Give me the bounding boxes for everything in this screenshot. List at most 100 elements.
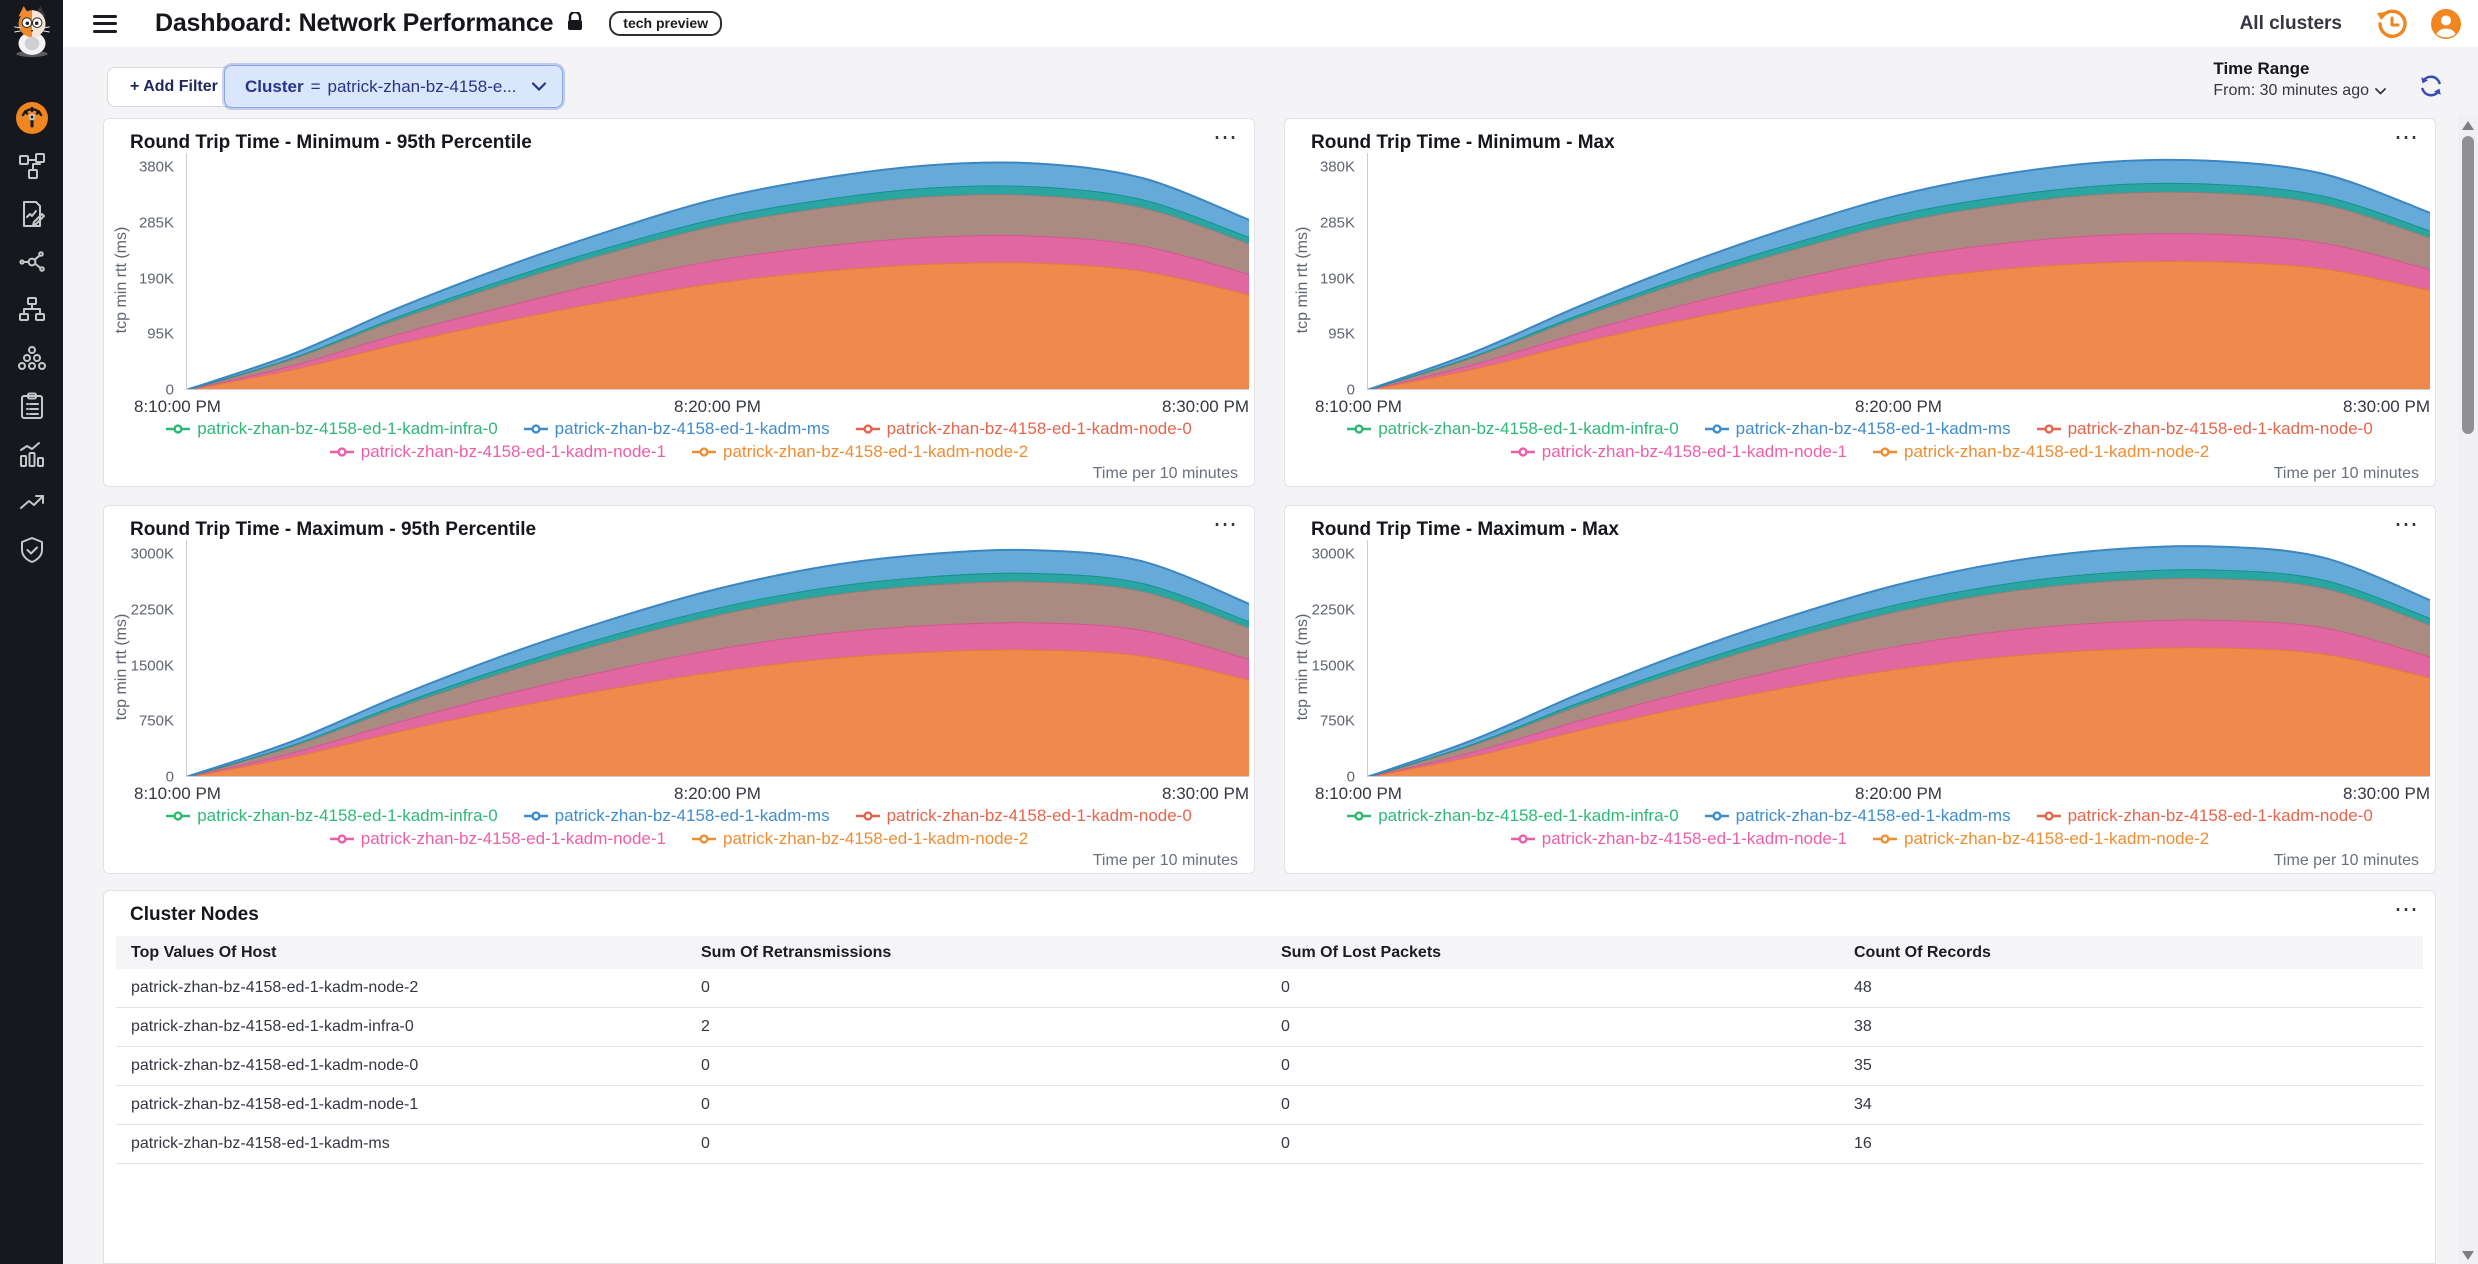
- legend-item[interactable]: patrick-zhan-bz-4158-ed-1-kadm-infra-0: [1347, 419, 1678, 439]
- x-axis-tick: 8:20:00 PM: [1855, 397, 1942, 417]
- panel-menu-button[interactable]: ⋯: [2394, 123, 2419, 152]
- legend-item[interactable]: patrick-zhan-bz-4158-ed-1-kadm-node-0: [2037, 806, 2373, 826]
- cluster-filter-pill[interactable]: Cluster = patrick-zhan-bz-4158-e...: [224, 65, 563, 108]
- legend-item[interactable]: patrick-zhan-bz-4158-ed-1-kadm-node-2: [1873, 829, 2209, 849]
- legend-label: patrick-zhan-bz-4158-ed-1-kadm-infra-0: [1378, 419, 1678, 439]
- legend-marker-icon: [1347, 423, 1371, 435]
- sitemap-icon: [18, 296, 46, 324]
- chart-legend-row: patrick-zhan-bz-4158-ed-1-kadm-infra-0 pa…: [104, 806, 1254, 826]
- table-row[interactable]: patrick-zhan-bz-4158-ed-1-kadm-ms0016: [116, 1125, 2423, 1164]
- cluster-nodes-panel: Cluster Nodes ⋯ Top Values Of HostSum Of…: [103, 890, 2436, 1264]
- x-axis-tick: 8:10:00 PM: [1315, 397, 1402, 417]
- legend-label: patrick-zhan-bz-4158-ed-1-kadm-node-1: [361, 829, 666, 849]
- legend-marker-icon: [1511, 833, 1535, 845]
- sidebar-item-reports[interactable]: [0, 190, 63, 238]
- legend-marker-icon: [524, 423, 548, 435]
- x-axis-tick: 8:20:00 PM: [674, 784, 761, 804]
- legend-label: patrick-zhan-bz-4158-ed-1-kadm-node-2: [1904, 829, 2209, 849]
- history-icon[interactable]: [2376, 8, 2408, 40]
- sidebar-item-dashboards[interactable]: [0, 94, 63, 142]
- page-title: Dashboard: Network Performance: [155, 9, 553, 38]
- chart-panel: Round Trip Time - Maximum - Max⋯tcp min …: [1284, 505, 2436, 874]
- chart-legend-row: patrick-zhan-bz-4158-ed-1-kadm-node-1 pat…: [1285, 829, 2435, 849]
- scrollbar-thumb[interactable]: [2462, 136, 2474, 434]
- legend-item[interactable]: patrick-zhan-bz-4158-ed-1-kadm-node-1: [1511, 829, 1847, 849]
- legend-marker-icon: [330, 833, 354, 845]
- legend-item[interactable]: patrick-zhan-bz-4158-ed-1-kadm-node-1: [1511, 442, 1847, 462]
- sidebar-item-connections[interactable]: [0, 238, 63, 286]
- scroll-up-arrow[interactable]: [2462, 121, 2474, 130]
- sidebar-item-trends[interactable]: [0, 478, 63, 526]
- topology-icon: [18, 152, 46, 180]
- add-filter-button[interactable]: + Add Filter: [107, 67, 241, 107]
- x-axis-tick: 8:30:00 PM: [2343, 784, 2430, 804]
- x-axis-tick: 8:30:00 PM: [1162, 784, 1249, 804]
- panel-menu-button[interactable]: ⋯: [2394, 510, 2419, 539]
- sidebar-item-clusters[interactable]: [0, 334, 63, 382]
- legend-item[interactable]: patrick-zhan-bz-4158-ed-1-kadm-ms: [524, 806, 830, 826]
- shield-check-icon: [18, 536, 46, 564]
- y-axis-tick: 750K: [116, 713, 174, 730]
- legend-item[interactable]: patrick-zhan-bz-4158-ed-1-kadm-node-0: [2037, 419, 2373, 439]
- legend-marker-icon: [692, 446, 716, 458]
- legend-item[interactable]: patrick-zhan-bz-4158-ed-1-kadm-infra-0: [166, 419, 497, 439]
- time-range-control[interactable]: Time Range From: 30 minutes ago: [2213, 59, 2386, 100]
- sidebar-item-metrics[interactable]: [0, 430, 63, 478]
- menu-icon[interactable]: [93, 15, 117, 33]
- panel-menu-button[interactable]: ⋯: [1213, 123, 1238, 152]
- top-header: Dashboard: Network Performance tech prev…: [63, 0, 2478, 47]
- area-chart-plot[interactable]: [1367, 540, 2430, 777]
- legend-item[interactable]: patrick-zhan-bz-4158-ed-1-kadm-node-0: [856, 419, 1192, 439]
- bar-chart-icon: [18, 440, 46, 468]
- all-clusters-label[interactable]: All clusters: [2240, 13, 2342, 35]
- value-cell: 0: [1266, 1018, 1839, 1036]
- panel-menu-button[interactable]: ⋯: [2394, 895, 2419, 924]
- table-row[interactable]: patrick-zhan-bz-4158-ed-1-kadm-node-0003…: [116, 1047, 2423, 1086]
- legend-item[interactable]: patrick-zhan-bz-4158-ed-1-kadm-node-2: [692, 829, 1028, 849]
- y-axis-tick: 380K: [116, 159, 174, 176]
- refresh-icon[interactable]: [2418, 73, 2444, 99]
- legend-item[interactable]: patrick-zhan-bz-4158-ed-1-kadm-ms: [1705, 419, 2011, 439]
- sidebar-item-tasks[interactable]: [0, 382, 63, 430]
- lock-icon: [567, 12, 583, 36]
- area-chart-plot[interactable]: [186, 540, 1249, 777]
- y-axis-tick: 1500K: [116, 657, 174, 674]
- table-row[interactable]: patrick-zhan-bz-4158-ed-1-kadm-node-2004…: [116, 969, 2423, 1008]
- filter-field: Cluster: [245, 77, 304, 97]
- legend-label: patrick-zhan-bz-4158-ed-1-kadm-node-2: [723, 442, 1028, 462]
- x-axis-tick: 8:10:00 PM: [1315, 784, 1402, 804]
- product-logo-cat[interactable]: [6, 4, 58, 58]
- legend-item[interactable]: patrick-zhan-bz-4158-ed-1-kadm-ms: [1705, 806, 2011, 826]
- y-axis-tick: 3000K: [116, 546, 174, 563]
- y-axis-tick: 2250K: [116, 601, 174, 618]
- scroll-down-arrow[interactable]: [2462, 1251, 2474, 1260]
- y-axis-tick: 190K: [1297, 270, 1355, 287]
- legend-item[interactable]: patrick-zhan-bz-4158-ed-1-kadm-ms: [524, 419, 830, 439]
- chevron-down-icon: [2375, 88, 2386, 95]
- legend-item[interactable]: patrick-zhan-bz-4158-ed-1-kadm-node-1: [330, 829, 666, 849]
- vertical-scrollbar[interactable]: [2458, 115, 2478, 1264]
- table-row[interactable]: patrick-zhan-bz-4158-ed-1-kadm-infra-020…: [116, 1008, 2423, 1047]
- area-chart-plot[interactable]: [1367, 153, 2430, 390]
- sidebar-item-infrastructure[interactable]: [0, 286, 63, 334]
- area-chart-plot[interactable]: [186, 153, 1249, 390]
- legend-item[interactable]: patrick-zhan-bz-4158-ed-1-kadm-node-2: [1873, 442, 2209, 462]
- panel-menu-button[interactable]: ⋯: [1213, 510, 1238, 539]
- time-per-label: Time per 10 minutes: [1093, 465, 1238, 483]
- table-row[interactable]: patrick-zhan-bz-4158-ed-1-kadm-node-1003…: [116, 1086, 2423, 1125]
- legend-marker-icon: [2037, 810, 2061, 822]
- sidebar-item-security[interactable]: [0, 526, 63, 574]
- legend-label: patrick-zhan-bz-4158-ed-1-kadm-infra-0: [1378, 806, 1678, 826]
- time-per-label: Time per 10 minutes: [1093, 852, 1238, 870]
- user-avatar[interactable]: [2430, 8, 2462, 40]
- legend-item[interactable]: patrick-zhan-bz-4158-ed-1-kadm-node-0: [856, 806, 1192, 826]
- legend-label: patrick-zhan-bz-4158-ed-1-kadm-node-2: [723, 829, 1028, 849]
- y-axis-tick: 1500K: [1297, 657, 1355, 674]
- legend-item[interactable]: patrick-zhan-bz-4158-ed-1-kadm-node-1: [330, 442, 666, 462]
- legend-item[interactable]: patrick-zhan-bz-4158-ed-1-kadm-infra-0: [166, 806, 497, 826]
- sidebar-item-topology[interactable]: [0, 142, 63, 190]
- x-axis-tick: 8:10:00 PM: [134, 784, 221, 804]
- legend-item[interactable]: patrick-zhan-bz-4158-ed-1-kadm-node-2: [692, 442, 1028, 462]
- legend-item[interactable]: patrick-zhan-bz-4158-ed-1-kadm-infra-0: [1347, 806, 1678, 826]
- value-cell: 0: [1266, 1135, 1839, 1153]
